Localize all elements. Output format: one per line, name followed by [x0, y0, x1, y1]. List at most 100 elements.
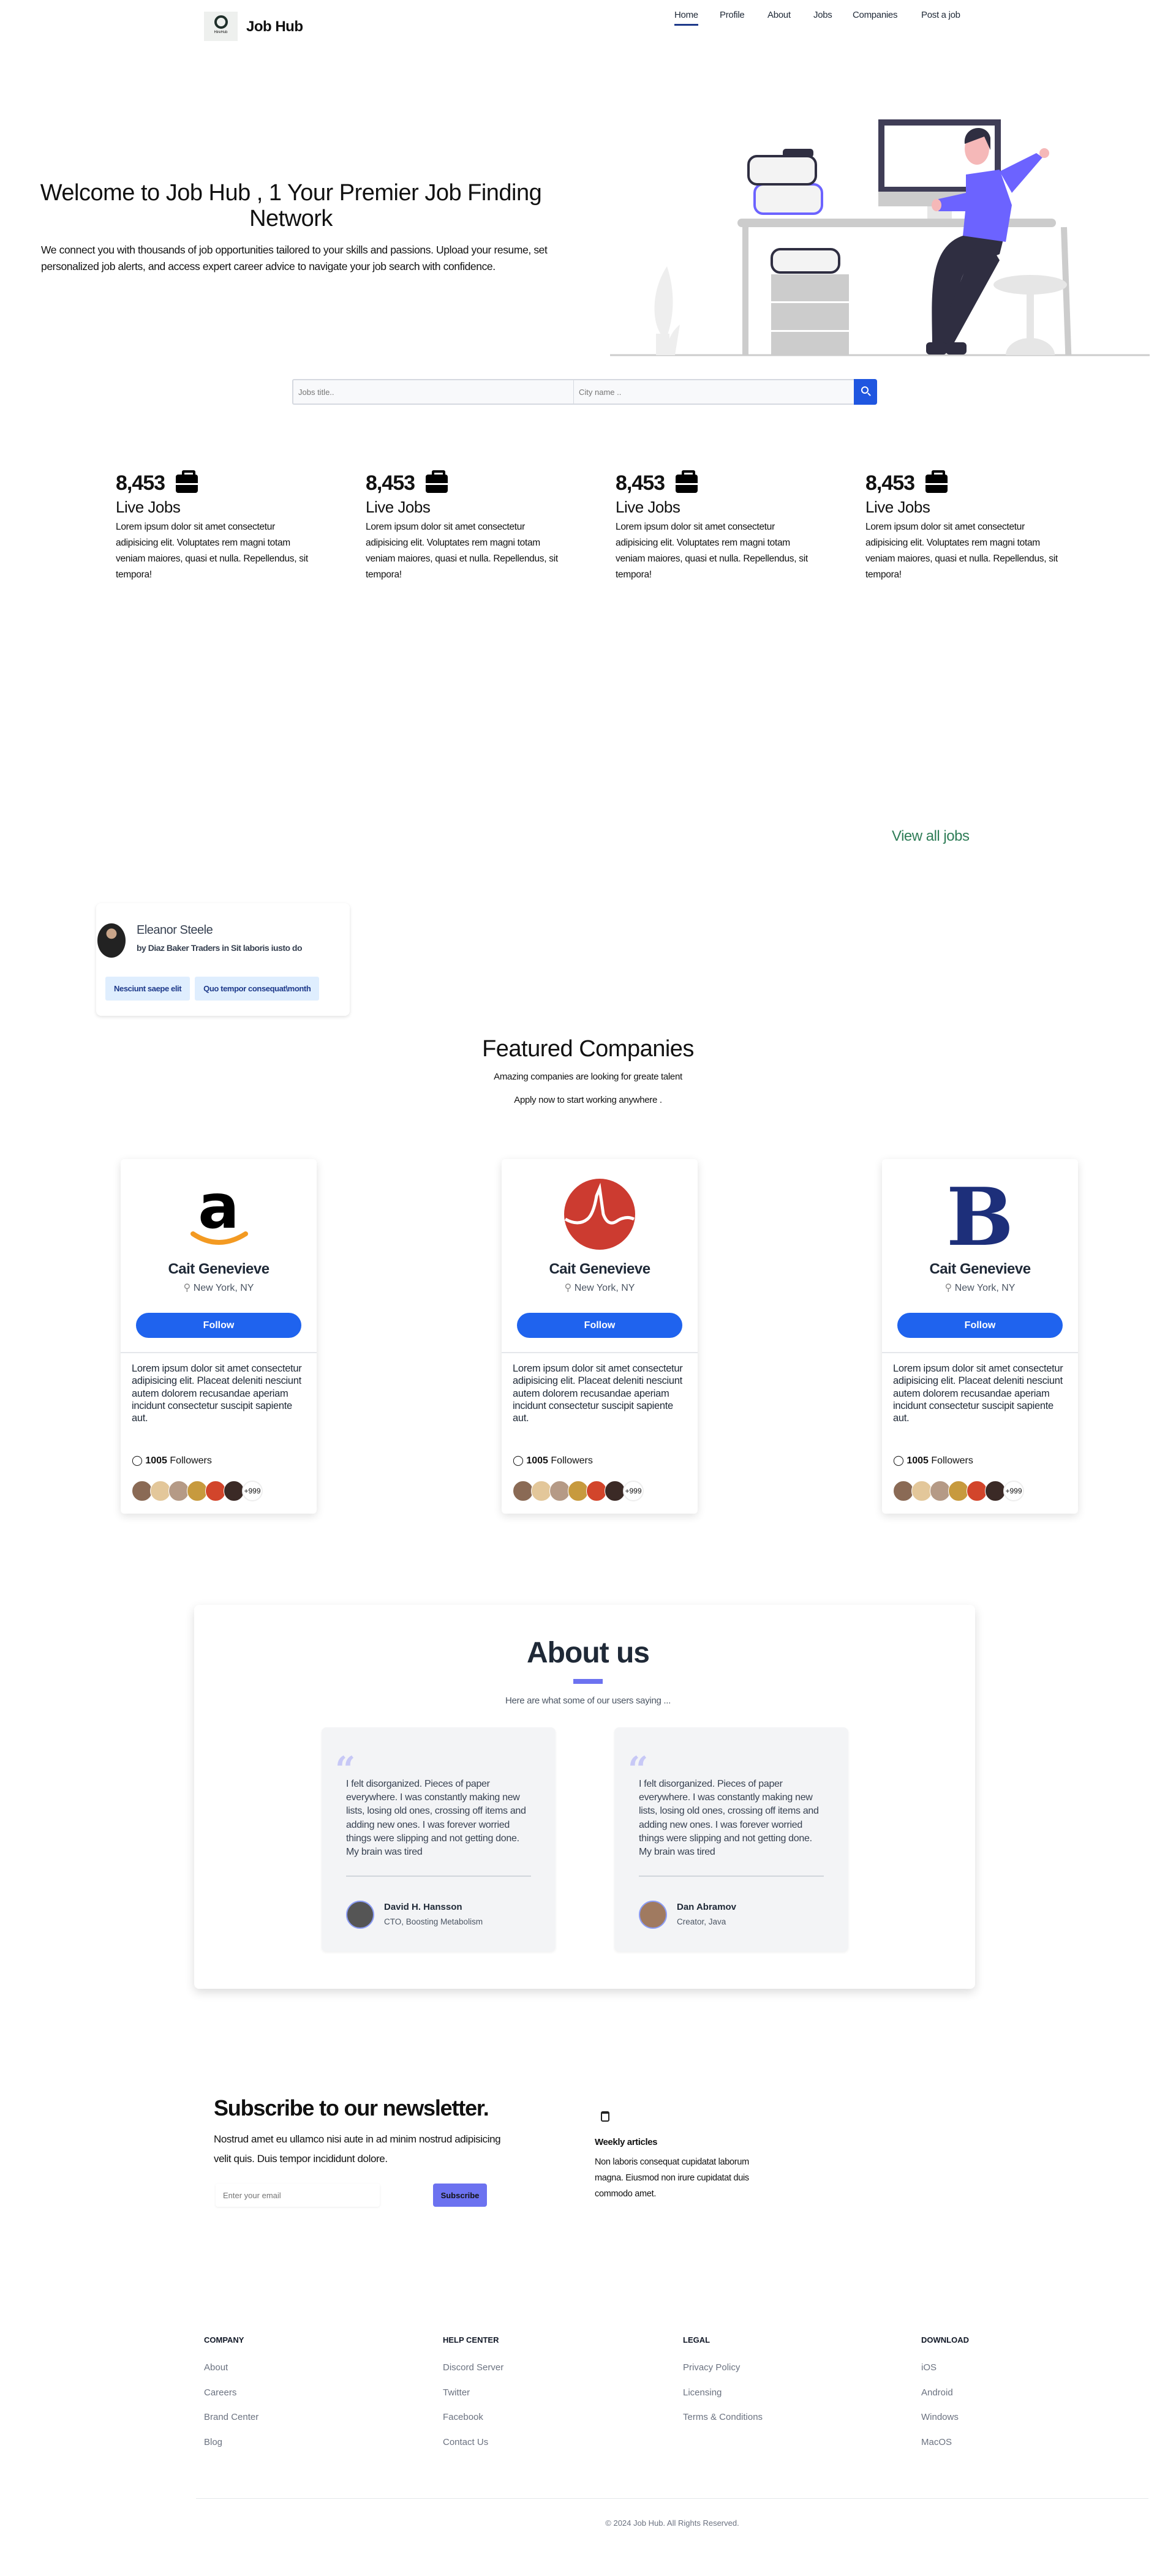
user-icon: ◯ — [132, 1455, 146, 1466]
stat-description: Lorem ipsum dolor sit amet consectetur a… — [116, 522, 308, 580]
follow-button[interactable]: Follow — [136, 1313, 301, 1338]
footer-link[interactable]: Android — [921, 2387, 953, 2398]
calendar-icon — [601, 2111, 609, 2122]
stat-card: 8,453 Live Jobs Lorem ipsum dolor sit amet… — [616, 470, 812, 583]
stat-label: Live Jobs — [865, 498, 930, 516]
footer-link[interactable]: Facebook — [443, 2412, 483, 2422]
follow-button[interactable]: Follow — [517, 1313, 682, 1338]
footer-link[interactable]: Windows — [921, 2412, 959, 2422]
company-name: Cait Genevieve — [929, 1261, 1031, 1277]
feature-text: Non laboris consequat cupidatat laborum … — [595, 2157, 749, 2199]
email-input[interactable] — [216, 2184, 380, 2207]
followers-count: ◯ 1005 Followers — [893, 1455, 973, 1466]
newsletter-title: Subscribe to our newsletter. — [214, 2095, 489, 2120]
company-name: Cait Genevieve — [168, 1261, 270, 1277]
brand-name[interactable]: Job Hub — [246, 18, 303, 36]
stat-label: Live Jobs — [366, 498, 431, 516]
company-location: ⚲ New York, NY — [183, 1283, 254, 1293]
follow-button[interactable]: Follow — [897, 1313, 1063, 1338]
stat-card: 8,453 Live Jobs Lorem ipsum dolor sit amet… — [865, 470, 1061, 583]
newsletter-description: Nostrud amet eu ullamco nisi aute in ad … — [214, 2133, 501, 2165]
footer-link[interactable]: Careers — [204, 2387, 236, 2398]
featured-subtitle: Amazing companies are looking for greate… — [494, 1072, 682, 1082]
footer-link[interactable]: Discord Server — [443, 2362, 503, 2373]
user-icon: ◯ — [513, 1455, 527, 1466]
view-all-jobs-link[interactable]: View all jobs — [892, 828, 970, 845]
footer-link[interactable]: Twitter — [443, 2387, 470, 2398]
nav-about[interactable]: About — [767, 10, 791, 20]
featured-title: Featured Companies — [482, 1036, 694, 1062]
divider — [346, 1876, 531, 1877]
testimonial-card: “ I felt disorganized. Pieces of paper e… — [614, 1727, 848, 1951]
city-input[interactable] — [574, 380, 854, 404]
b-logo: B — [946, 1177, 1014, 1251]
stat-number: 8,453 — [116, 471, 165, 495]
feature-title: Weekly articles — [595, 2137, 658, 2147]
stat-description: Lorem ipsum dolor sit amet consectetur a… — [366, 522, 558, 580]
testimonial-role: CTO, Boosting Metabolism — [384, 1917, 483, 1926]
company-card: Cait Genevieve ⚲ New York, NY Follow Lor… — [502, 1159, 698, 1514]
divider — [882, 1352, 1078, 1353]
job-title-input[interactable] — [293, 380, 574, 404]
more-followers-badge: +999 — [1003, 1481, 1024, 1501]
svg-text:B: B — [946, 1177, 1014, 1251]
search-button[interactable] — [854, 379, 877, 405]
nav-post-job[interactable]: Post a job — [921, 10, 960, 20]
footer-link[interactable]: iOS — [921, 2362, 937, 2373]
company-location: ⚲ New York, NY — [564, 1283, 635, 1293]
avatar — [639, 1901, 667, 1929]
company-card: B Cait Genevieve ⚲ New York, NY Follow L… — [882, 1159, 1078, 1514]
user-icon: ◯ — [893, 1455, 907, 1466]
logo[interactable]: HireHub — [204, 12, 238, 41]
nav-jobs[interactable]: Jobs — [813, 10, 832, 20]
followers-count: ◯ 1005 Followers — [132, 1455, 212, 1466]
copyright: © 2024 Job Hub. All Rights Reserved. — [605, 2518, 739, 2528]
location-pin-icon: ⚲ — [564, 1283, 575, 1293]
subscribe-button[interactable]: Subscribe — [433, 2184, 487, 2207]
testimonial-text: I felt disorganized. Pieces of paper eve… — [346, 1779, 526, 1858]
footer-link[interactable]: Terms & Conditions — [683, 2412, 763, 2422]
stat-label: Live Jobs — [616, 498, 680, 516]
nav-home[interactable]: Home — [674, 10, 698, 26]
hero-title: Welcome to Job Hub , 1 Your Premier Job … — [40, 180, 542, 231]
logo-mark-icon — [214, 15, 228, 29]
avatar — [346, 1901, 374, 1929]
nav-profile[interactable]: Profile — [720, 10, 745, 20]
stat-number: 8,453 — [865, 471, 915, 495]
job-subtitle: by Diaz Baker Traders in Sit laboris ius… — [137, 943, 303, 953]
job-poster-name: Eleanor Steele — [137, 923, 213, 937]
footer-link[interactable]: MacOS — [921, 2437, 952, 2447]
briefcase-icon — [676, 470, 698, 493]
footer-link[interactable]: Brand Center — [204, 2412, 258, 2422]
stat-card: 8,453 Live Jobs Lorem ipsum dolor sit amet… — [116, 470, 312, 583]
footer-link[interactable]: Licensing — [683, 2387, 722, 2398]
company-name: Cait Genevieve — [549, 1261, 650, 1277]
stat-number: 8,453 — [616, 471, 665, 495]
hero-description: We connect you with thousands of job opp… — [41, 244, 548, 272]
footer-heading: COMPANY — [204, 2335, 244, 2345]
more-followers-badge: +999 — [623, 1481, 644, 1501]
hero-illustration — [610, 119, 1150, 356]
company-card: a Cait Genevieve ⚲ New York, NY Follow L… — [121, 1159, 317, 1514]
footer-heading: HELP CENTER — [443, 2335, 499, 2345]
briefcase-icon — [426, 470, 448, 493]
plant-icon — [654, 266, 673, 340]
footer-link[interactable]: Blog — [204, 2437, 222, 2447]
stat-description: Lorem ipsum dolor sit amet consectetur a… — [616, 522, 808, 580]
footer-link[interactable]: Privacy Policy — [683, 2362, 740, 2373]
testimonial-role: Creator, Java — [677, 1917, 726, 1926]
stat-number: 8,453 — [366, 471, 415, 495]
company-description: Lorem ipsum dolor sit amet consectetur a… — [132, 1363, 302, 1424]
divider — [639, 1876, 824, 1877]
footer-link[interactable]: Contact Us — [443, 2437, 488, 2447]
location-pin-icon: ⚲ — [183, 1283, 194, 1293]
nav-companies[interactable]: Companies — [853, 10, 897, 20]
footer-link[interactable]: About — [204, 2362, 228, 2373]
job-card[interactable]: Eleanor Steele by Diaz Baker Traders in … — [96, 903, 350, 1016]
amazon-logo: a — [190, 1177, 248, 1245]
testimonial-card: “ I felt disorganized. Pieces of paper e… — [322, 1727, 556, 1951]
follower-avatars: +999 — [132, 1481, 263, 1501]
company-description: Lorem ipsum dolor sit amet consectetur a… — [513, 1363, 683, 1424]
svg-text:a: a — [198, 1177, 239, 1242]
briefcase-icon — [925, 470, 948, 493]
